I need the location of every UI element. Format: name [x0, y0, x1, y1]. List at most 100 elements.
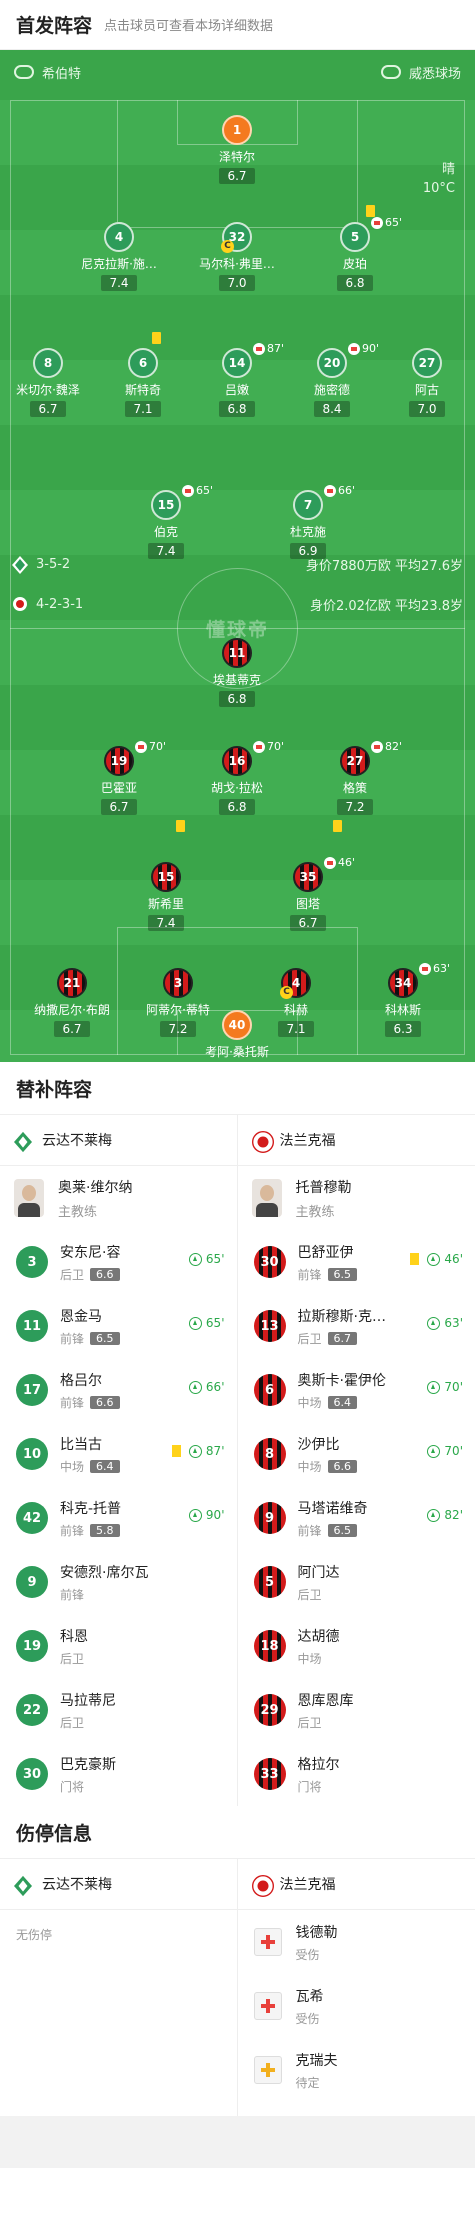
- coach-name: 奥莱·维尔纳: [58, 1179, 133, 1196]
- sub-in-minute: 70': [444, 1444, 463, 1458]
- sub-name: 巴舒亚伊: [297, 1244, 354, 1261]
- sub-player-row[interactable]: 11 恩金马 前锋 6.5 65': [0, 1294, 237, 1358]
- sub-player-row[interactable]: 9 安德烈·席尔瓦 前锋: [0, 1550, 237, 1614]
- sub-out-marker: 63': [419, 962, 450, 975]
- injury-row[interactable]: 克瑞夫 待定: [238, 2038, 475, 2102]
- injury-status: 待定: [295, 2075, 320, 2090]
- away-injury-team[interactable]: 法兰克福: [237, 1858, 475, 1910]
- player-rating: 6.7: [219, 168, 255, 184]
- coach-avatar: [14, 1179, 44, 1217]
- away-player[interactable]: 11 埃基蒂克 6.8: [193, 638, 281, 707]
- sub-name: 达胡德: [297, 1628, 340, 1645]
- sub-in-minute: 66': [205, 1380, 225, 1394]
- sub-number: 9: [253, 1502, 286, 1534]
- sub-out-marker: 90': [348, 342, 379, 355]
- away-player[interactable]: 21 纳撒尼尔·布朗 6.7: [28, 968, 116, 1037]
- home-player[interactable]: 15 65' 伯克 7.4: [122, 484, 213, 559]
- player-name: 格策: [342, 781, 367, 795]
- sub-name: 巴克豪斯: [60, 1756, 116, 1773]
- home-player[interactable]: 6 斯特奇 7.1: [99, 348, 187, 417]
- player-rating: 7.1: [125, 401, 161, 417]
- player-number: 7: [293, 490, 323, 520]
- sub-number: 10: [16, 1438, 48, 1470]
- home-injury-team[interactable]: 云达不莱梅: [0, 1858, 237, 1910]
- player-name: 施密德: [313, 383, 350, 397]
- sub-out-marker: 87': [253, 342, 284, 355]
- sub-rating: 6.6: [90, 1267, 120, 1281]
- home-player[interactable]: 14 87' 吕嫩 6.8: [193, 342, 284, 417]
- away-player[interactable]: 35 46' 图塔 6.7: [264, 856, 355, 931]
- home-player[interactable]: 8 米切尔·魏泽 6.7: [4, 348, 92, 417]
- sub-player-row[interactable]: 5 阿门达 后卫: [238, 1550, 475, 1614]
- sub-out-icon: [348, 342, 360, 355]
- sub-player-row[interactable]: 8 沙伊比 中场 6.6 70': [238, 1422, 475, 1486]
- player-name: 杜克施: [289, 525, 326, 539]
- medical-kit-icon: [253, 1992, 282, 2020]
- sub-player-row[interactable]: 17 格吕尔 前锋 6.6 66': [0, 1358, 237, 1422]
- home-player[interactable]: 1 泽特尔 6.7: [193, 115, 281, 184]
- sub-number: 19: [16, 1630, 48, 1662]
- sub-player-row[interactable]: 33 格拉尔 门将: [238, 1742, 475, 1806]
- away-player[interactable]: 16 70' 胡戈·拉松 6.8: [193, 740, 284, 815]
- sub-in-marker: 90': [188, 1508, 225, 1522]
- sub-in-minute: 65': [205, 1252, 225, 1266]
- home-player[interactable]: 5 65' 皮珀 6.8: [311, 216, 402, 291]
- werder-crest-icon: [14, 1131, 32, 1153]
- player-rating: 6.7: [290, 915, 326, 931]
- home-formation-row: 3-5-2 身价7880万欧 平均27.6岁: [12, 555, 463, 574]
- sub-in-minute: 65': [205, 1316, 225, 1330]
- coach-role: 主教练: [58, 1204, 98, 1220]
- yellow-card-icon: [171, 1445, 181, 1457]
- sub-position: 前锋: [60, 1395, 85, 1410]
- sub-rating: 6.5: [327, 1523, 358, 1537]
- sub-position: 后卫: [297, 1715, 322, 1730]
- player-number: 34: [388, 968, 418, 998]
- home-player[interactable]: 4 尼克拉斯·施… 7.4: [75, 222, 163, 291]
- injury-row[interactable]: 瓦希 受伤: [238, 1974, 475, 2038]
- home-player[interactable]: 20 90' 施密德 8.4: [288, 342, 379, 417]
- captain-badge: C: [221, 240, 234, 253]
- sub-player-row[interactable]: 42 科克-托普 前锋 5.8 90': [0, 1486, 237, 1550]
- coach-avatar: [251, 1179, 282, 1217]
- away-value: 身价2.02亿欧: [309, 599, 391, 614]
- pitch-team-header: 希伯特 威悉球场: [0, 60, 475, 84]
- sub-player-row[interactable]: 10 比当古 中场 6.4 87': [0, 1422, 237, 1486]
- home-player[interactable]: 7 66' 杜克施 6.9: [264, 484, 355, 559]
- sub-player-row[interactable]: 3 安东尼·容 后卫 6.6 65': [0, 1230, 237, 1294]
- player-number: 27: [412, 348, 442, 378]
- sub-player-row[interactable]: 30 巴克豪斯 门将: [0, 1742, 237, 1806]
- sub-player-row[interactable]: 13 拉斯穆斯·克… 后卫 6.7 63': [238, 1294, 475, 1358]
- home-subs-team[interactable]: 云达不莱梅: [0, 1114, 237, 1166]
- subs-columns: 云达不莱梅 奥莱·维尔纳 主教练 3 安东尼·容 后卫 6.6 65' 11 恩金马 前锋 6.5…: [0, 1114, 475, 1806]
- player-name: 皮珀: [342, 257, 367, 271]
- sub-player-row[interactable]: 19 科恩 后卫: [0, 1614, 237, 1678]
- away-coach[interactable]: 托普穆勒 主教练: [238, 1166, 475, 1230]
- away-player[interactable]: 27 82' 格策 7.2: [311, 740, 402, 815]
- away-subs-team[interactable]: 法兰克福: [237, 1114, 475, 1166]
- player-name: 尼克拉斯·施…: [81, 257, 157, 271]
- away-player[interactable]: 34 63' 科林斯 6.3: [359, 962, 450, 1037]
- sub-player-row[interactable]: 18 达胡德 中场: [238, 1614, 475, 1678]
- away-player[interactable]: 19 70' 巴霍亚 6.7: [75, 740, 166, 815]
- sub-minute: 70': [267, 740, 285, 753]
- sub-player-row[interactable]: 9 马塔诺维奇 前锋 6.5 82': [238, 1486, 475, 1550]
- player-number: 3: [163, 968, 193, 998]
- sub-player-row[interactable]: 22 马拉蒂尼 后卫: [0, 1678, 237, 1742]
- injured-player-name: 钱德勒: [295, 1924, 338, 1941]
- injury-row[interactable]: 钱德勒 受伤: [238, 1910, 475, 1974]
- home-player[interactable]: 32 C 马尔科·弗里… 7.0: [193, 222, 281, 291]
- sub-player-row[interactable]: 6 奥斯卡·霍伊伦 中场 6.4 70': [238, 1358, 475, 1422]
- sub-rating: 6.4: [90, 1459, 120, 1473]
- sub-player-row[interactable]: 29 恩库恩库 后卫: [238, 1678, 475, 1742]
- home-player[interactable]: 27 阿古 7.0: [383, 348, 471, 417]
- sub-in-marker: 82': [427, 1508, 463, 1522]
- sub-number: 5: [253, 1566, 286, 1598]
- home-coach[interactable]: 奥莱·维尔纳 主教练: [0, 1166, 237, 1230]
- away-player[interactable]: 15 斯希里 7.4: [122, 862, 210, 931]
- sub-in-minute: 46': [444, 1252, 463, 1266]
- away-player[interactable]: 40考阿·桑托斯7.2: [193, 1010, 281, 1062]
- player-rating: 7.2: [160, 1021, 196, 1037]
- sub-in-icon: [427, 1252, 441, 1266]
- sub-out-marker: 70': [135, 740, 166, 753]
- sub-player-row[interactable]: 30 巴舒亚伊 前锋 6.5 46': [238, 1230, 475, 1294]
